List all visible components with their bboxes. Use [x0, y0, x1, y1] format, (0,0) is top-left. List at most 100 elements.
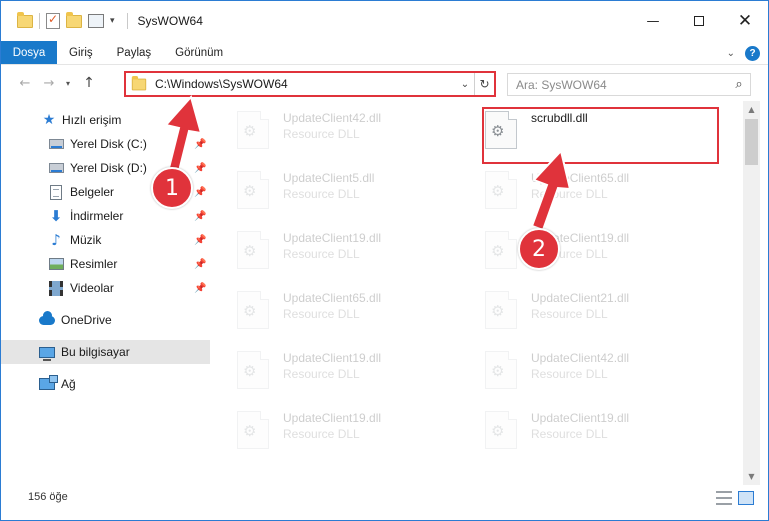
step-2-badge: 2: [518, 228, 560, 270]
sidebar-item-label: Belgeler: [70, 185, 115, 199]
close-button[interactable]: ✕: [722, 1, 768, 41]
file-item[interactable]: ⚙ UpdateClient42.dll Resource DLL: [469, 343, 699, 395]
sidebar-item-label: Yerel Disk (D:): [70, 161, 147, 175]
sidebar-item-label: İndirmeler: [70, 209, 124, 223]
tab-giris[interactable]: Giriş: [57, 41, 105, 64]
maximize-icon: [694, 16, 704, 26]
pin-icon[interactable]: 📌: [194, 235, 206, 246]
up-button[interactable]: ↑: [79, 72, 99, 94]
file-item[interactable]: ⚙ UpdateClient42.dll Resource DLL: [221, 103, 451, 155]
scroll-down-arrow-icon[interactable]: ▼: [743, 468, 760, 485]
sidebar-item-label: Videolar: [70, 281, 114, 295]
search-input[interactable]: [516, 77, 728, 92]
downloads-icon: ⬇: [49, 207, 63, 225]
large-icons-view-icon[interactable]: [738, 491, 754, 505]
dll-file-icon: ⚙: [485, 351, 517, 389]
refresh-button[interactable]: ↻: [474, 73, 494, 95]
pin-icon[interactable]: 📌: [194, 163, 206, 174]
tab-dosya[interactable]: Dosya: [1, 41, 57, 64]
file-item[interactable]: ⚙ UpdateClient5.dll Resource DLL: [221, 163, 451, 215]
expand-ribbon-chevron-icon[interactable]: ⌄: [727, 48, 735, 59]
tab-paylas[interactable]: Paylaş: [105, 41, 164, 64]
file-name: UpdateClient19.dll: [283, 351, 382, 365]
properties-check-icon[interactable]: [46, 12, 60, 29]
sidebar-item-label: Müzik: [70, 233, 102, 247]
file-name: UpdateClient65.dll: [531, 171, 630, 185]
dll-file-icon: ⚙: [237, 291, 269, 329]
help-icon[interactable]: ?: [745, 45, 760, 61]
search-box[interactable]: ⌕: [507, 73, 751, 96]
navigation-row: ← → ▾ ↑ C:\Windows\SysWOW64 ⌄ ↻ ⌕: [1, 66, 768, 100]
sidebar-item-label: Bu bilgisayar: [61, 345, 130, 359]
toolbar-separator: [39, 13, 40, 29]
sidebar-item-pictures[interactable]: Resimler 📌: [1, 252, 210, 276]
documents-icon: [48, 184, 64, 200]
sidebar-item-label: Resimler: [70, 257, 118, 271]
file-explorer-window: ▾ SysWOW64 — ✕ Dosya Giriş Paylaş Görünü…: [0, 0, 769, 521]
address-bar[interactable]: C:\Windows\SysWOW64 ⌄ ↻: [124, 71, 496, 97]
back-button[interactable]: ←: [15, 72, 35, 94]
file-item[interactable]: ⚙ UpdateClient19.dll Resource DLL: [221, 223, 451, 275]
file-item[interactable]: ⚙ UpdateClient19.dll Resource DLL: [469, 223, 699, 275]
pin-icon[interactable]: 📌: [194, 139, 206, 150]
pin-icon[interactable]: 📌: [194, 211, 206, 222]
file-type: Resource DLL: [531, 427, 608, 441]
file-type: Resource DLL: [531, 367, 608, 381]
sidebar-item-local-disk-c[interactable]: Yerel Disk (C:) 📌: [1, 132, 210, 156]
sidebar-item-videos[interactable]: Videolar 📌: [1, 276, 210, 300]
vertical-scrollbar[interactable]: ▲ ▼: [743, 101, 760, 485]
sidebar-item-music[interactable]: ♪ Müzik 📌: [1, 228, 210, 252]
file-name: UpdateClient19.dll: [531, 411, 630, 425]
sidebar-item-quick-access[interactable]: ★ Hızlı erişim: [1, 108, 210, 132]
sidebar-item-label: Hızlı erişim: [62, 113, 122, 127]
pin-icon[interactable]: 📌: [194, 259, 206, 270]
sidebar-item-this-pc[interactable]: Bu bilgisayar: [1, 340, 210, 364]
file-item[interactable]: ⚙ UpdateClient19.dll Resource DLL: [221, 343, 451, 395]
details-view-icon[interactable]: [716, 491, 732, 505]
file-item[interactable]: ⚙ UpdateClient65.dll Resource DLL: [221, 283, 451, 335]
scrubdll-highlight-box: [482, 107, 719, 164]
minimize-button[interactable]: —: [630, 1, 676, 41]
file-type: Resource DLL: [531, 187, 608, 201]
drive-icon: [48, 136, 64, 152]
sidebar-item-label: Yerel Disk (C:): [70, 137, 147, 151]
status-bar: 156 öğe: [1, 485, 768, 520]
file-item[interactable]: ⚙ UpdateClient21.dll Resource DLL: [469, 283, 699, 335]
dll-file-icon: ⚙: [237, 231, 269, 269]
file-name: UpdateClient42.dll: [283, 111, 382, 125]
file-type: Resource DLL: [283, 247, 360, 261]
file-item[interactable]: ⚙ UpdateClient65.dll Resource DLL: [469, 163, 699, 215]
scrollbar-thumb[interactable]: [745, 119, 758, 165]
folder-icon[interactable]: [17, 11, 33, 28]
dll-file-icon: ⚙: [237, 411, 269, 449]
maximize-button[interactable]: [676, 1, 722, 41]
tab-gorunum[interactable]: Görünüm: [163, 41, 235, 64]
scroll-up-arrow-icon[interactable]: ▲: [743, 101, 760, 118]
dll-file-icon: ⚙: [485, 171, 517, 209]
address-path[interactable]: C:\Windows\SysWOW64: [155, 77, 456, 91]
sidebar-item-onedrive[interactable]: OneDrive: [1, 308, 210, 332]
file-name: UpdateClient42.dll: [531, 351, 630, 365]
new-folder-icon[interactable]: [66, 11, 82, 28]
file-type: Resource DLL: [283, 187, 360, 201]
sidebar-item-network[interactable]: Ağ: [1, 372, 210, 396]
ribbon-controls: ⌄ ?: [727, 41, 760, 65]
properties-icon[interactable]: [88, 14, 104, 28]
file-type: Resource DLL: [283, 427, 360, 441]
item-count: 156 öğe: [28, 491, 68, 503]
pin-icon[interactable]: 📌: [194, 187, 206, 198]
file-type: Resource DLL: [283, 127, 360, 141]
file-name: UpdateClient21.dll: [531, 291, 630, 305]
file-item[interactable]: ⚙ UpdateClient19.dll Resource DLL: [469, 403, 699, 455]
forward-button[interactable]: →: [39, 72, 59, 94]
recent-locations-chevron-icon[interactable]: ▾: [61, 72, 75, 94]
customize-toolbar-dropdown-icon[interactable]: ▾: [110, 16, 115, 26]
address-dropdown-chevron-icon[interactable]: ⌄: [456, 73, 474, 95]
onedrive-icon: [39, 310, 55, 328]
sidebar-item-label: OneDrive: [61, 313, 112, 327]
file-item[interactable]: ⚙ UpdateClient19.dll Resource DLL: [221, 403, 451, 455]
search-icon[interactable]: ⌕: [728, 77, 750, 92]
drive-icon: [48, 160, 64, 176]
dll-file-icon: ⚙: [485, 231, 517, 269]
pin-icon[interactable]: 📌: [194, 283, 206, 294]
